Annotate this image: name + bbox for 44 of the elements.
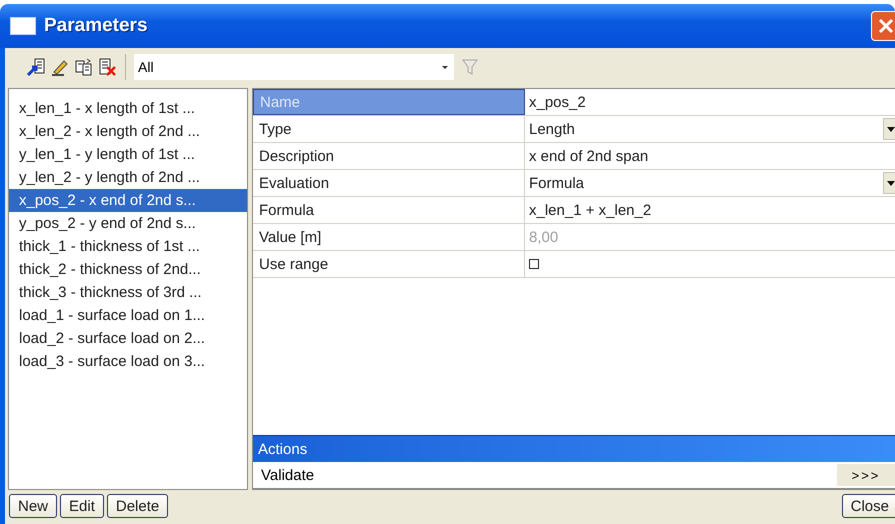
property-name[interactable]: Type <box>253 116 525 142</box>
pencil-icon[interactable] <box>51 58 69 76</box>
parameter-item[interactable]: thick_1 - thickness of 1st ... <box>9 235 247 258</box>
window-icon <box>10 17 36 35</box>
parameter-item[interactable]: x_pos_2 - x end of 2nd s... <box>9 189 247 212</box>
parameter-item[interactable]: thick_3 - thickness of 3rd ... <box>9 281 247 304</box>
property-value[interactable]: x_len_1 + x_len_2 <box>525 197 895 223</box>
dialog-button[interactable]: Edit <box>60 494 104 518</box>
property-name[interactable]: Formula <box>253 197 525 223</box>
property-name[interactable]: Use range <box>253 251 525 277</box>
property-dropdown[interactable]: Formula <box>525 170 895 196</box>
window-title: Parameters <box>44 15 149 37</box>
parameter-item[interactable]: x_len_2 - x length of 2nd ... <box>9 120 247 143</box>
caret-icon <box>887 126 895 132</box>
parameter-item[interactable]: y_pos_2 - y end of 2nd s... <box>9 212 247 235</box>
checkbox[interactable] <box>529 259 539 269</box>
dialog-button[interactable]: New <box>9 494 58 518</box>
parameter-item[interactable]: y_len_1 - y length of 1st ... <box>9 143 247 166</box>
parameter-item[interactable]: load_3 - surface load on 3... <box>9 350 247 373</box>
parameter-item[interactable]: y_len_2 - y length of 2nd ... <box>9 166 247 189</box>
close-button[interactable]: Close <box>842 494 895 518</box>
parameter-item[interactable]: thick_2 - thickness of 2nd... <box>9 258 247 281</box>
close-icon[interactable] <box>871 11 895 41</box>
filter-dropdown[interactable]: All <box>134 54 454 80</box>
run-action-button[interactable]: >>> <box>837 464 895 486</box>
property-name[interactable]: Evaluation <box>253 170 525 196</box>
parameter-item[interactable]: x_len_1 - x length of 1st ... <box>9 97 247 120</box>
property-value[interactable]: x end of 2nd span <box>525 143 895 169</box>
add-parameter-icon[interactable] <box>27 58 45 76</box>
property-name[interactable]: Description <box>253 143 525 169</box>
delete-icon[interactable] <box>99 58 117 76</box>
property-name[interactable]: Value [m] <box>253 224 525 250</box>
caret-icon <box>887 180 895 186</box>
dialog-button[interactable]: Delete <box>106 494 168 518</box>
action-label: Validate <box>261 466 314 484</box>
dropdown-button[interactable] <box>883 172 895 194</box>
property-dropdown[interactable]: Length <box>525 116 895 142</box>
copy-icon[interactable] <box>75 58 93 76</box>
property-value[interactable]: x_pos_2 <box>525 89 895 115</box>
actions-header: Actions <box>253 435 895 462</box>
dropdown-button[interactable] <box>883 118 895 140</box>
parameter-item[interactable]: load_2 - surface load on 2... <box>9 327 247 350</box>
parameter-item[interactable]: load_1 - surface load on 1... <box>9 304 247 327</box>
property-value: 8,00 <box>528 228 560 248</box>
